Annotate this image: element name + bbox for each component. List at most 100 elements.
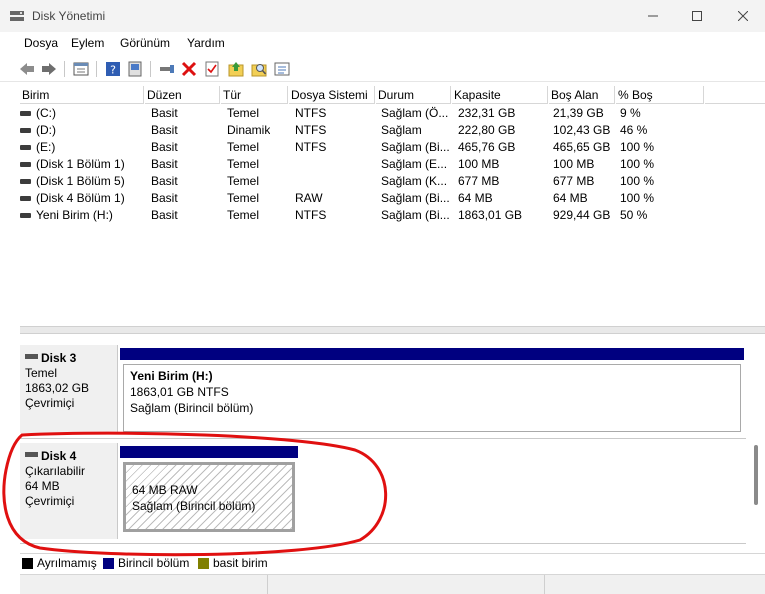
table-cell: 46 %	[620, 123, 648, 137]
partition-color-bar	[120, 446, 298, 458]
table-cell: 677 MB	[553, 174, 595, 188]
column-header-kapasite[interactable]: Kapasite	[452, 86, 548, 104]
table-cell: Temel	[227, 174, 260, 188]
menu-yardim[interactable]: Yardım	[187, 36, 225, 50]
table-cell: 64 MB	[458, 191, 493, 205]
table-cell: Temel	[227, 106, 260, 120]
table-row[interactable]: (Disk 1 Bölüm 1) Basit Temel Sağlam (E... 10…	[20, 156, 765, 173]
minimize-button[interactable]	[630, 4, 676, 28]
partition-body: Yeni Birim (H:) 1863,01 GB NTFS Sağlam (…	[123, 364, 741, 432]
volume-icon	[20, 196, 31, 201]
table-cell: 929,44 GB	[553, 208, 611, 222]
disk-name: Disk 4	[41, 449, 77, 463]
maximize-button[interactable]	[674, 4, 720, 28]
close-button[interactable]	[720, 4, 765, 28]
table-cell: Temel	[227, 140, 260, 154]
menu-eylem[interactable]: Eylem	[71, 36, 104, 50]
table-row[interactable]: (E:) Basit Temel NTFS Sağlam (Bi... 465,76 GB…	[20, 139, 765, 156]
column-header-birim[interactable]: Birim	[20, 86, 144, 104]
table-cell: 222,80 GB	[458, 123, 516, 137]
column-header-bos-alan[interactable]: Boş Alan	[549, 86, 615, 104]
disk-4-label[interactable]: Disk 4 Çıkarılabilir 64 MB Çevrimiçi	[20, 443, 118, 539]
disk-name: Disk 3	[41, 351, 77, 365]
forward-icon[interactable]	[40, 60, 58, 78]
table-cell: (Disk 4 Bölüm 1)	[36, 191, 125, 205]
column-header-durum[interactable]: Durum	[376, 86, 451, 104]
table-cell: 232,31 GB	[458, 106, 516, 120]
table-cell: Sağlam (Bi...	[381, 208, 450, 222]
menu-dosya[interactable]: Dosya	[24, 36, 58, 50]
partition-title: Yeni Birim (H:)	[130, 369, 213, 383]
disk-graph-view: Disk 3 Temel 1863,02 GB Çevrimiçi Yeni B…	[20, 335, 765, 550]
help-icon[interactable]: ?	[104, 60, 122, 78]
table-cell: Basit	[151, 123, 178, 137]
list-icon[interactable]	[273, 60, 291, 78]
table-row[interactable]: Yeni Birim (H:) Basit Temel NTFS Sağlam (Bi.…	[20, 207, 765, 224]
graph-scrollbar[interactable]	[754, 445, 758, 505]
legend: Ayrılmamış Birincil bölüm basit birim	[20, 553, 765, 571]
table-cell: (C:)	[36, 106, 56, 120]
svg-text:?: ?	[110, 64, 116, 77]
table-row[interactable]: (C:) Basit Temel NTFS Sağlam (Ö... 232,31 GB 2…	[20, 105, 765, 122]
table-cell: 465,76 GB	[458, 140, 516, 154]
disk-icon	[25, 452, 38, 458]
table-cell: Sağlam (K...	[381, 174, 448, 188]
table-cell: RAW	[295, 191, 323, 205]
table-row[interactable]: (D:) Basit Dinamik NTFS Sağlam 222,80 GB 102,4…	[20, 122, 765, 139]
legend-swatch-simple	[198, 558, 209, 569]
window-title: Disk Yönetimi	[32, 9, 106, 23]
connect-icon[interactable]	[158, 60, 176, 78]
partition-body-selected: 64 MB RAW Sağlam (Birincil bölüm)	[123, 462, 295, 532]
menu-gorunum[interactable]: Görünüm	[120, 36, 170, 50]
toolbar-separator	[64, 61, 65, 77]
table-cell: Dinamik	[227, 123, 271, 137]
up-icon[interactable]	[227, 60, 245, 78]
table-cell: Sağlam (Ö...	[381, 106, 449, 120]
disk-4-partition[interactable]: 64 MB RAW Sağlam (Birincil bölüm)	[120, 446, 298, 534]
table-cell: 100 MB	[553, 157, 595, 171]
properties-icon[interactable]	[203, 60, 221, 78]
column-header-empty	[705, 86, 765, 104]
disk-3-label[interactable]: Disk 3 Temel 1863,02 GB Çevrimiçi	[20, 345, 118, 433]
disk-status: Çevrimiçi	[25, 494, 75, 508]
column-header-dosya-sistemi[interactable]: Dosya Sistemi	[289, 86, 375, 104]
table-cell: Temel	[227, 157, 260, 171]
disk-type: Temel	[25, 366, 58, 380]
table-cell: Sağlam	[381, 123, 422, 137]
table-cell: Sağlam (Bi...	[381, 191, 450, 205]
disk-size: 64 MB	[25, 479, 60, 493]
table-cell: 100 %	[620, 140, 655, 154]
volume-icon	[20, 111, 31, 116]
pane-splitter[interactable]	[20, 326, 765, 334]
disk-type: Çıkarılabilir	[25, 464, 86, 478]
help-book-icon[interactable]	[126, 60, 144, 78]
disk-divider	[20, 438, 746, 439]
legend-label-simple: basit birim	[213, 556, 268, 570]
close-icon	[737, 10, 749, 22]
column-header-tur[interactable]: Tür	[221, 86, 288, 104]
volume-icon	[20, 162, 31, 167]
disk-3-partition[interactable]: Yeni Birim (H:) 1863,01 GB NTFS Sağlam (…	[120, 348, 744, 436]
partition-info: 64 MB RAW	[132, 483, 198, 497]
partition-color-bar	[120, 348, 744, 360]
column-header-duzen[interactable]: Düzen	[145, 86, 220, 104]
volume-icon	[20, 213, 31, 218]
toolbar: ?	[0, 56, 765, 82]
table-cell: Basit	[151, 174, 178, 188]
volume-icon	[20, 145, 31, 150]
table-row[interactable]: (Disk 4 Bölüm 1) Basit Temel RAW Sağlam (Bi.…	[20, 190, 765, 207]
partition-info: 1863,01 GB NTFS	[130, 385, 229, 399]
table-cell: Basit	[151, 208, 178, 222]
table-cell: (D:)	[36, 123, 56, 137]
legend-label-primary: Birincil bölüm	[118, 556, 190, 570]
view-icon[interactable]	[72, 60, 90, 78]
menu-bar: Dosya Eylem Görünüm Yardım	[0, 32, 765, 54]
maximize-icon	[692, 11, 702, 21]
search-icon[interactable]	[250, 60, 268, 78]
back-icon[interactable]	[18, 60, 36, 78]
table-cell: 100 %	[620, 191, 655, 205]
table-row[interactable]: (Disk 1 Bölüm 5) Basit Temel Sağlam (K... 67…	[20, 173, 765, 190]
delete-icon[interactable]	[180, 60, 198, 78]
table-cell: Basit	[151, 157, 178, 171]
column-header-yuzde-bos[interactable]: % Boş	[616, 86, 704, 104]
